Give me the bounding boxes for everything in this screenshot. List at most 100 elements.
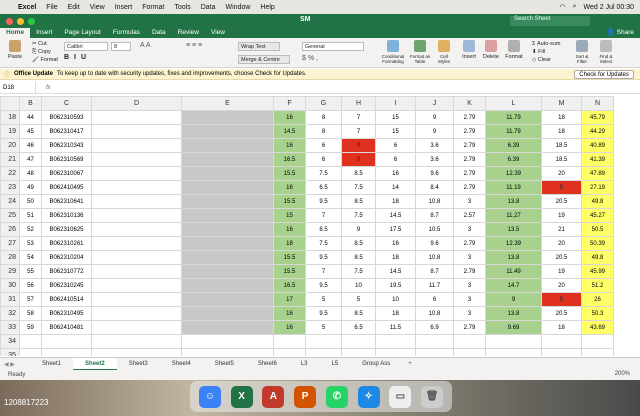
cell-j[interactable]: 3.6 — [415, 138, 454, 153]
cell-n[interactable]: 45.79 — [581, 110, 614, 125]
cell-h[interactable]: 8.5 — [341, 250, 376, 265]
cell-k[interactable] — [453, 334, 486, 349]
menu-window[interactable]: Window — [226, 4, 251, 11]
cell-n[interactable]: 45.99 — [581, 264, 614, 279]
column-header[interactable]: B — [19, 96, 42, 111]
cell-h[interactable]: 0 — [341, 138, 376, 153]
cell-j[interactable]: 9 — [415, 124, 454, 139]
cell-g[interactable]: 5 — [305, 292, 342, 307]
zoom-level[interactable]: 200% — [615, 371, 630, 377]
cell-n[interactable] — [581, 348, 614, 356]
cell-i[interactable]: 18 — [375, 194, 416, 209]
cell-j[interactable]: 6 — [415, 292, 454, 307]
cut-button[interactable]: ✂ Cut — [32, 40, 58, 48]
bold-italic-underline[interactable]: BIU — [64, 54, 91, 61]
row-header[interactable]: 22 — [0, 166, 20, 181]
cell-n[interactable] — [581, 334, 614, 349]
cell-b[interactable]: 54 — [19, 250, 42, 265]
cell-k[interactable]: 3 — [453, 250, 486, 265]
cell-n[interactable]: 50.39 — [581, 236, 614, 251]
cell-b[interactable]: 46 — [19, 138, 42, 153]
cell-g[interactable]: 9.5 — [305, 250, 342, 265]
cell-b[interactable]: 50 — [19, 194, 42, 209]
cell-k[interactable]: 2.79 — [453, 320, 486, 335]
cell-e[interactable] — [181, 236, 274, 251]
cell-n[interactable]: 50.5 — [581, 222, 614, 237]
cell-c[interactable]: B062310136 — [41, 208, 92, 223]
search-icon[interactable]: ⌕ — [573, 3, 577, 11]
cell-i[interactable]: 16 — [375, 236, 416, 251]
cell-b[interactable]: 58 — [19, 306, 42, 321]
cell-j[interactable]: 9.6 — [415, 236, 454, 251]
column-header[interactable]: K — [453, 96, 486, 111]
tab-data[interactable]: Data — [146, 28, 172, 38]
cell-m[interactable]: 19 — [541, 208, 582, 223]
cell-h[interactable]: 7 — [341, 110, 376, 125]
cell-g[interactable] — [305, 348, 342, 356]
cell-e[interactable] — [181, 334, 274, 349]
cell-k[interactable]: 2.79 — [453, 166, 486, 181]
cell-d[interactable] — [91, 152, 182, 167]
cell-e[interactable] — [181, 152, 274, 167]
cell-l[interactable]: 13.5 — [485, 222, 542, 237]
fill-button[interactable]: ⬇ Fill — [532, 48, 560, 56]
cell-e[interactable] — [181, 348, 274, 356]
zoom-window-button[interactable] — [28, 17, 35, 25]
sort-filter-button[interactable]: Sort & Filter — [572, 40, 592, 64]
cell-h[interactable]: 8.5 — [341, 166, 376, 181]
row-header[interactable]: 35 — [0, 348, 20, 356]
cell-c[interactable]: B062410514 — [41, 292, 92, 307]
cell-g[interactable]: 9.5 — [305, 194, 342, 209]
menu-tools[interactable]: Tools — [174, 4, 190, 11]
sheet-tab[interactable]: L3 — [289, 358, 320, 371]
cell-j[interactable]: 6.9 — [415, 320, 454, 335]
cell-c[interactable]: B062310417 — [41, 124, 92, 139]
cell-k[interactable]: 3 — [453, 292, 486, 307]
cell-f[interactable]: 17 — [273, 292, 306, 307]
row-header[interactable]: 34 — [0, 334, 20, 349]
cell-k[interactable]: 2.79 — [453, 110, 486, 125]
cell-f[interactable]: 15.5 — [273, 166, 306, 181]
cell-l[interactable]: 6.39 — [485, 152, 542, 167]
font-name-select[interactable]: Calibri — [64, 42, 108, 51]
cell-n[interactable]: 26 — [581, 292, 614, 307]
cell-f[interactable] — [273, 348, 306, 356]
column-header[interactable]: J — [415, 96, 454, 111]
cell-j[interactable]: 3.6 — [415, 152, 454, 167]
cell-i[interactable]: 15 — [375, 124, 416, 139]
cell-f[interactable]: 15 — [273, 208, 306, 223]
cell-h[interactable]: 10 — [341, 278, 376, 293]
cell-f[interactable] — [273, 334, 306, 349]
grow-font-icon[interactable]: A A — [140, 42, 151, 49]
cell-h[interactable] — [341, 348, 376, 356]
paste-button[interactable]: Paste — [6, 40, 24, 60]
cell-h[interactable]: 7 — [341, 124, 376, 139]
cell-e[interactable] — [181, 166, 274, 181]
clock[interactable]: Wed 2 Jul 00:30 — [584, 4, 634, 11]
row-header[interactable]: 23 — [0, 180, 20, 195]
currency-icon[interactable]: $ % , — [302, 55, 318, 62]
cell-i[interactable]: 11.5 — [375, 320, 416, 335]
cell-l[interactable]: 13.8 — [485, 194, 542, 209]
column-header[interactable]: M — [541, 96, 582, 111]
cell-d[interactable] — [91, 138, 182, 153]
cell-h[interactable]: 5 — [341, 292, 376, 307]
cell-b[interactable]: 44 — [19, 110, 42, 125]
cell-n[interactable]: 47.89 — [581, 166, 614, 181]
copy-button[interactable]: ⎘ Copy — [32, 48, 58, 56]
cell-c[interactable]: B062310343 — [41, 138, 92, 153]
cell-e[interactable] — [181, 138, 274, 153]
cell-n[interactable]: 45.27 — [581, 208, 614, 223]
cell-f[interactable]: 16 — [273, 180, 306, 195]
cell-k[interactable]: 2.79 — [453, 124, 486, 139]
row-header[interactable]: 32 — [0, 306, 20, 321]
tab-review[interactable]: Review — [172, 28, 205, 38]
cell-i[interactable] — [375, 334, 416, 349]
cell-c[interactable]: B062310261 — [41, 236, 92, 251]
cell-k[interactable]: 3 — [453, 306, 486, 321]
clear-button[interactable]: ◇ Clear — [532, 56, 560, 64]
cell-n[interactable]: 49.8 — [581, 194, 614, 209]
cell-f[interactable]: 16 — [273, 110, 306, 125]
cell-d[interactable] — [91, 306, 182, 321]
cell-b[interactable]: 56 — [19, 278, 42, 293]
